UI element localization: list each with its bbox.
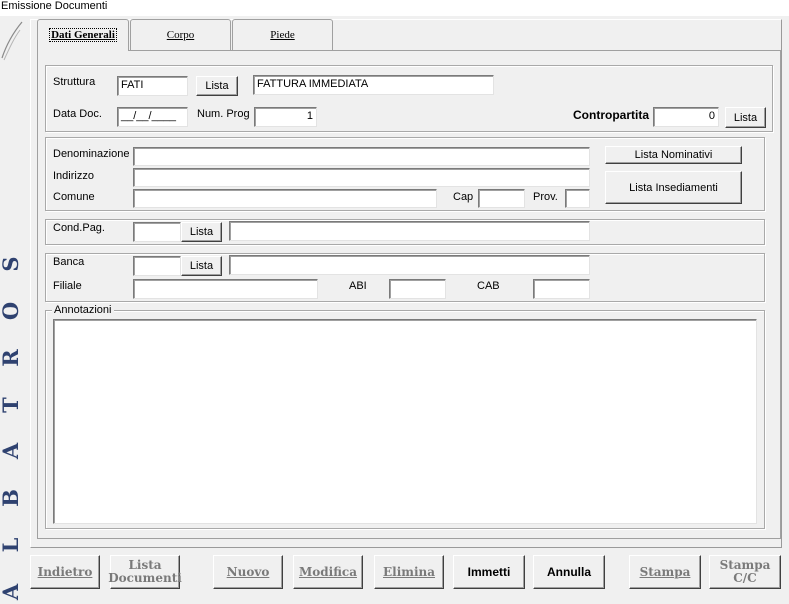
stampa-label: Stampa	[639, 564, 691, 579]
lista-insediamenti-button[interactable]: Lista Insediamenti	[605, 171, 742, 204]
filiale-input[interactable]	[133, 279, 318, 299]
nuovo-button[interactable]: Nuovo	[213, 555, 283, 589]
modifica-button[interactable]: Modifica	[293, 555, 363, 589]
brand-logo: S O R T A B L A	[0, 252, 26, 604]
brand-letter: A	[0, 443, 23, 460]
tab-dati-generali[interactable]: Dati Generali	[37, 19, 129, 51]
comune-input[interactable]	[133, 189, 437, 208]
banca-code-input[interactable]	[133, 256, 181, 276]
tab-label: Corpo	[166, 29, 195, 41]
cap-label: Cap	[453, 191, 474, 203]
brand-letter: B	[0, 489, 23, 508]
brand-swoosh-icon	[1, 21, 23, 61]
stampa-button[interactable]: Stampa	[629, 555, 701, 589]
cond-pag-lista-button[interactable]: Lista	[181, 222, 222, 242]
struttura-description: FATTURA IMMEDIATA	[253, 75, 494, 95]
lista-documenti-label-2: Documenti	[108, 571, 182, 585]
abi-label: ABI	[349, 280, 367, 292]
cab-label: CAB	[477, 280, 500, 292]
denominazione-label: Denominazione	[53, 148, 130, 160]
immetti-button[interactable]: Immetti	[453, 555, 525, 589]
stampa-cc-button[interactable]: Stampa C/C	[709, 555, 781, 589]
lista-documenti-button[interactable]: Lista Documenti	[108, 555, 182, 589]
tab-label: Dati Generali	[49, 28, 117, 42]
filiale-label: Filiale	[53, 280, 82, 292]
cap-input[interactable]	[478, 189, 525, 208]
brand-letter: S	[0, 256, 23, 272]
banca-lista-button[interactable]: Lista	[181, 256, 222, 276]
num-prog-label: Num. Prog	[197, 108, 250, 120]
cond-pag-description	[229, 221, 590, 241]
lista-nominativi-button[interactable]: Lista Nominativi	[605, 146, 742, 164]
num-prog-input[interactable]: 1	[254, 107, 317, 127]
annulla-label: Annulla	[547, 564, 591, 579]
indietro-button[interactable]: Indietro	[30, 555, 100, 589]
brand-letter: A	[0, 583, 23, 601]
brand-letter: L	[0, 537, 23, 553]
comune-label: Comune	[53, 191, 95, 203]
contropartita-lista-button[interactable]: Lista	[725, 107, 766, 128]
struttura-lista-button[interactable]: Lista	[196, 76, 238, 96]
contropartita-input[interactable]: 0	[653, 107, 719, 127]
indirizzo-input[interactable]	[133, 168, 590, 187]
cab-input[interactable]	[533, 279, 590, 299]
prov-input[interactable]	[565, 189, 590, 208]
tab-corpo[interactable]: Corpo	[130, 19, 231, 50]
cond-pag-label: Cond.Pag.	[53, 222, 105, 234]
cond-pag-code-input[interactable]	[133, 222, 181, 242]
annotazioni-label: Annotazioni	[52, 304, 114, 316]
window-title: Emissione Documenti	[0, 0, 789, 16]
denominazione-input[interactable]	[133, 147, 590, 166]
contropartita-label: Contropartita	[573, 108, 649, 122]
annotazioni-textarea[interactable]	[53, 319, 757, 524]
immetti-label: Immetti	[467, 564, 511, 579]
abi-input[interactable]	[389, 279, 446, 299]
struttura-label: Struttura	[53, 76, 96, 88]
nuovo-label: Nuovo	[226, 564, 270, 579]
prov-label: Prov.	[533, 191, 558, 203]
banca-label: Banca	[53, 256, 85, 268]
elimina-button[interactable]: Elimina	[374, 555, 444, 589]
brand-letter: T	[0, 396, 23, 413]
struttura-input[interactable]: FATI	[117, 76, 188, 96]
indietro-label: Indietro	[37, 564, 93, 579]
brand-strip: S O R T A B L A	[0, 16, 26, 600]
elimina-label: Elimina	[382, 564, 436, 579]
tab-piede[interactable]: Piede	[232, 19, 333, 50]
stampa-cc-label-2: C/C	[733, 571, 757, 585]
data-doc-label: Data Doc.	[53, 108, 102, 120]
banca-description	[229, 255, 590, 275]
data-doc-input[interactable]: __/__/____	[117, 107, 188, 127]
annulla-button[interactable]: Annulla	[533, 555, 605, 589]
brand-letter: O	[0, 301, 23, 320]
indirizzo-label: Indirizzo	[53, 170, 94, 182]
brand-letter: R	[0, 348, 23, 367]
tab-label: Piede	[270, 29, 295, 41]
modifica-label: Modifica	[298, 564, 358, 579]
